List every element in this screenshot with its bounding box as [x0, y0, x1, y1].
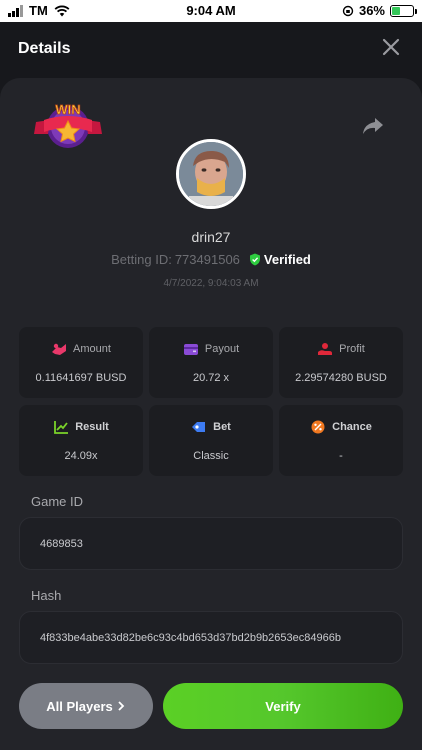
avatar [176, 139, 246, 209]
share-icon[interactable] [362, 116, 384, 136]
bet-date: 4/7/2022, 9:04:03 AM [163, 278, 259, 289]
stat-label: Profit [339, 343, 365, 355]
verified-shield-icon [249, 253, 260, 266]
percent-icon [311, 420, 325, 434]
game-id-value: 4689853 [40, 537, 83, 550]
all-players-label: All Players [46, 698, 113, 714]
verified-label: Verified [263, 252, 311, 267]
amount-icon [52, 343, 67, 355]
stat-payout: Payout 20.72 x [149, 327, 273, 398]
stat-label: Result [75, 421, 109, 433]
battery-percent: 36% [358, 3, 385, 18]
stat-bet: Bet Classic [149, 405, 273, 476]
stat-profit: Profit 2.29574280 BUSD [279, 327, 403, 398]
wallet-icon [183, 344, 198, 355]
orientation-lock-icon [342, 5, 354, 16]
stat-result: Result 24.09x [19, 405, 143, 476]
stat-label: Bet [213, 421, 231, 433]
stat-amount: Amount 0.11641697 BUSD [19, 327, 143, 398]
stat-value: - [339, 450, 343, 462]
betting-id-label: Betting ID: [111, 252, 172, 267]
page-title: Details [18, 40, 71, 57]
username: drin27 [191, 229, 231, 245]
stat-label: Amount [73, 343, 111, 355]
game-id-label: Game ID [31, 494, 84, 509]
avatar-image [179, 142, 243, 206]
all-players-button[interactable]: All Players [19, 683, 153, 729]
hash-value: 4f833be4abe33d82be6c93c4bd653d37bd2b9b26… [40, 631, 341, 644]
stat-label: Payout [204, 343, 240, 355]
stat-label: Chance [332, 421, 372, 433]
status-bar: TM 9:04 AM 36% [0, 0, 422, 22]
stat-value: 24.09x [64, 450, 98, 462]
tag-icon [192, 422, 206, 432]
result-chart-icon [54, 421, 69, 434]
hash-field[interactable]: 4f833be4abe33d82be6c93c4bd653d37bd2b9b26… [19, 611, 403, 664]
chevron-right-icon [118, 701, 125, 711]
stat-value: 20.72 x [192, 372, 230, 384]
betting-id-value: 773491506 [174, 252, 240, 267]
betting-id-row: Betting ID: 773491506 Verified [0, 252, 422, 267]
close-icon[interactable] [380, 36, 402, 58]
battery-icon [390, 4, 417, 17]
stat-value: 0.11641697 BUSD [35, 372, 127, 384]
game-id-field[interactable]: 4689853 [19, 517, 403, 570]
verify-button[interactable]: Verify [163, 683, 403, 729]
win-badge-text: WIN [55, 102, 80, 117]
stat-value: Classic [193, 450, 229, 462]
win-badge-icon: WIN [34, 102, 102, 148]
hash-label: Hash [31, 588, 62, 603]
verified-badge: Verified [249, 252, 311, 267]
profit-icon [318, 343, 333, 355]
stat-value: 2.29574280 BUSD [295, 372, 387, 384]
stat-chance: Chance - [279, 405, 403, 476]
verify-label: Verify [265, 698, 301, 714]
